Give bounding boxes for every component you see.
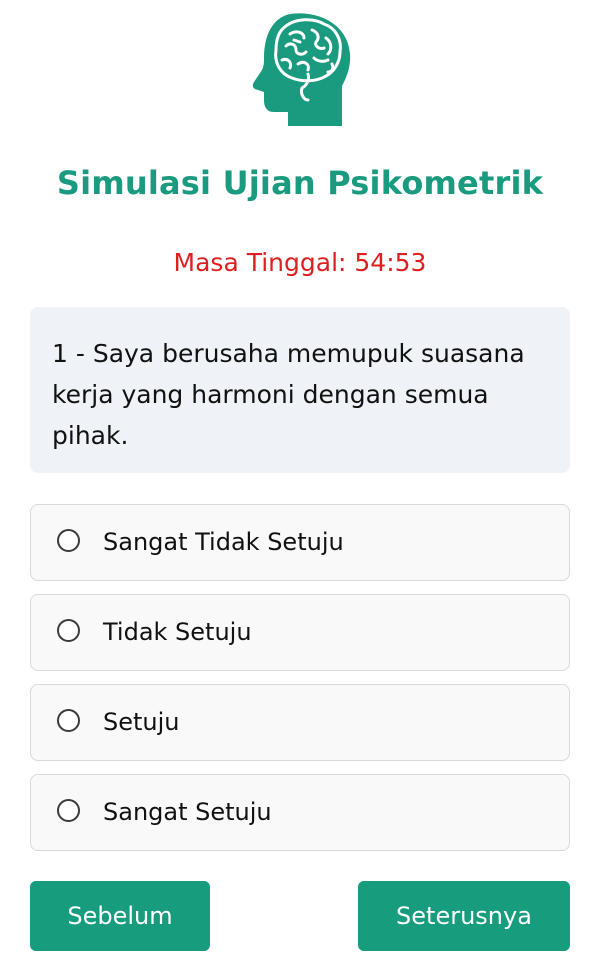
option-sangat-tidak-setuju[interactable]: Sangat Tidak Setuju xyxy=(30,504,570,581)
option-label: Sangat Tidak Setuju xyxy=(103,528,344,556)
option-label: Setuju xyxy=(103,708,180,736)
page-title: Simulasi Ujian Psikometrik xyxy=(56,164,544,202)
option-label: Sangat Setuju xyxy=(103,798,272,826)
option-tidak-setuju[interactable]: Tidak Setuju xyxy=(30,594,570,671)
radio-button[interactable] xyxy=(57,799,80,822)
previous-button[interactable]: Sebelum xyxy=(30,881,210,951)
next-button[interactable]: Seterusnya xyxy=(358,881,570,951)
question-text: 1 - Saya berusaha memupuk suasana kerja … xyxy=(52,339,525,450)
radio-button[interactable] xyxy=(57,619,80,642)
option-setuju[interactable]: Setuju xyxy=(30,684,570,761)
timer-text: Masa Tinggal: 54:53 xyxy=(173,248,427,277)
question-box: 1 - Saya berusaha memupuk suasana kerja … xyxy=(30,307,570,473)
option-label: Tidak Setuju xyxy=(103,618,252,646)
option-sangat-setuju[interactable]: Sangat Setuju xyxy=(30,774,570,851)
radio-button[interactable] xyxy=(57,709,80,732)
head-brain-icon xyxy=(246,12,358,130)
radio-button[interactable] xyxy=(57,529,80,552)
